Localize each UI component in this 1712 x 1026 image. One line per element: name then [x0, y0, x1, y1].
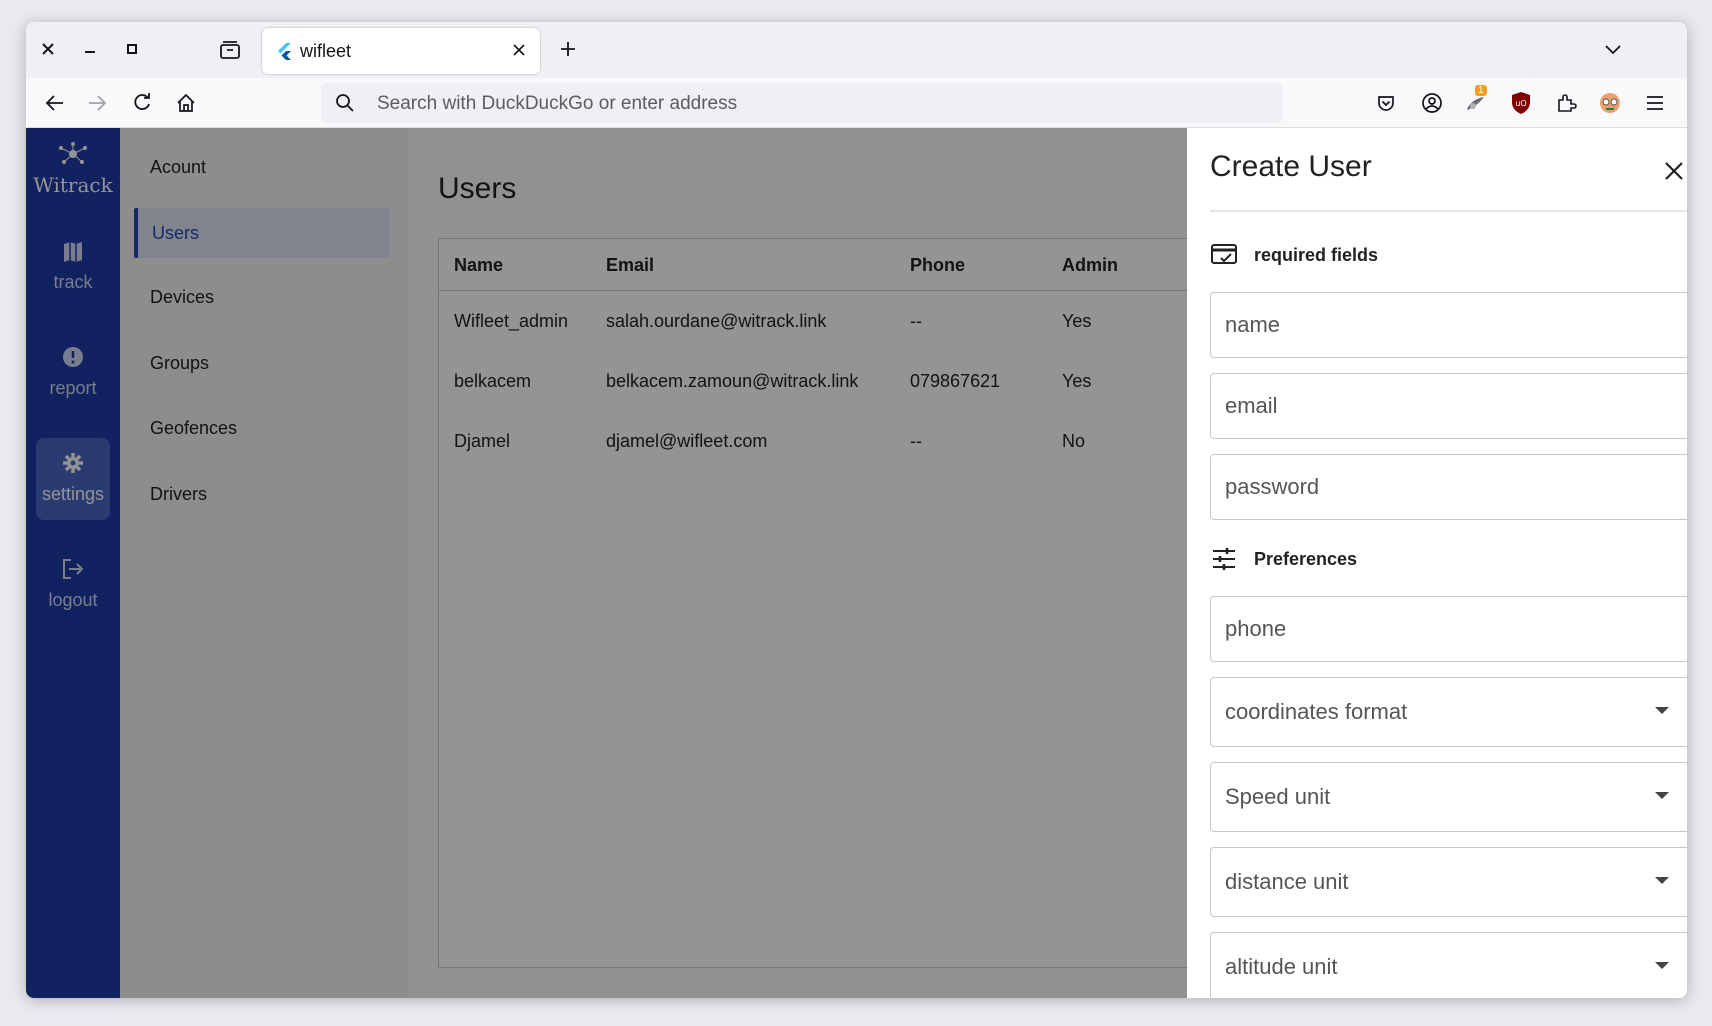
required-fields-heading: required fields	[1210, 240, 1378, 270]
coordinates-format-label: coordinates format	[1225, 699, 1408, 724]
account-icon[interactable]	[1418, 89, 1446, 117]
window-maximize-icon[interactable]	[120, 37, 144, 61]
navigation-bar: Search with DuckDuckGo or enter address …	[26, 78, 1687, 128]
window-minimize-icon[interactable]	[78, 37, 102, 61]
profile-avatar-icon[interactable]	[1596, 89, 1624, 117]
tab-close-icon[interactable]	[508, 39, 530, 61]
email-field[interactable]: email	[1210, 373, 1687, 439]
close-icon[interactable]	[1659, 156, 1687, 186]
drawer-title: Create User	[1210, 150, 1372, 183]
distance-unit-label: distance unit	[1225, 869, 1349, 894]
window-close-icon[interactable]	[36, 37, 60, 61]
address-bar[interactable]: Search with DuckDuckGo or enter address	[321, 83, 1283, 123]
email-placeholder: email	[1225, 393, 1278, 418]
list-all-tabs-icon[interactable]	[1599, 35, 1627, 63]
tune-icon	[1213, 548, 1235, 570]
checklist-card-icon	[1211, 244, 1237, 264]
phone-placeholder: phone	[1225, 616, 1287, 641]
altitude-unit-label: altitude unit	[1225, 954, 1338, 979]
password-field[interactable]: password	[1210, 454, 1687, 520]
pocket-icon[interactable]	[1372, 89, 1400, 117]
extension-badge-icon[interactable]: 1	[1462, 85, 1490, 117]
new-tab-icon[interactable]	[554, 35, 582, 63]
menu-icon[interactable]	[1641, 89, 1669, 117]
coordinates-format-select[interactable]: coordinates format	[1210, 677, 1687, 747]
search-icon	[336, 94, 354, 112]
password-placeholder: password	[1225, 474, 1320, 499]
flutter-favicon-icon	[278, 43, 291, 60]
browser-window: wifleet Search with DuckDuckGo or enter …	[26, 22, 1687, 998]
preferences-heading: Preferences	[1210, 544, 1357, 574]
name-placeholder: name	[1225, 312, 1281, 337]
create-user-drawer: Create User required fields name email p…	[1187, 128, 1687, 998]
distance-unit-select[interactable]: distance unit	[1210, 847, 1687, 917]
tab-strip: wifleet	[26, 22, 1687, 78]
speed-unit-select[interactable]: Speed unit	[1210, 762, 1687, 832]
name-field[interactable]: name	[1210, 292, 1687, 358]
phone-field[interactable]: phone	[1210, 596, 1687, 662]
dropdown-arrow-icon	[1655, 792, 1669, 799]
dropdown-arrow-icon	[1655, 962, 1669, 969]
address-placeholder: Search with DuckDuckGo or enter address	[377, 93, 738, 114]
extension-badge-count: 1	[1475, 85, 1487, 96]
reload-icon[interactable]	[127, 88, 157, 118]
modal-scrim[interactable]	[26, 128, 1187, 998]
dropdown-arrow-icon	[1655, 707, 1669, 714]
required-fields-label: required fields	[1254, 244, 1379, 265]
forward-icon[interactable]	[82, 88, 112, 118]
browser-tab[interactable]: wifleet	[262, 28, 540, 74]
preferences-label: Preferences	[1254, 548, 1358, 569]
divider	[1210, 210, 1687, 212]
tab-groups-icon[interactable]	[216, 36, 244, 64]
speed-unit-label: Speed unit	[1225, 784, 1331, 809]
ublock-icon[interactable]: uO	[1507, 89, 1535, 117]
home-icon[interactable]	[171, 88, 201, 118]
altitude-unit-select[interactable]: altitude unit	[1210, 932, 1687, 998]
extensions-icon[interactable]	[1552, 89, 1580, 117]
tab-title: wifleet	[300, 41, 352, 61]
svg-text:uO: uO	[1515, 99, 1526, 108]
back-icon[interactable]	[40, 88, 70, 118]
dropdown-arrow-icon	[1655, 877, 1669, 884]
app-viewport: Witrack track report settings logout Aco…	[26, 128, 1687, 998]
